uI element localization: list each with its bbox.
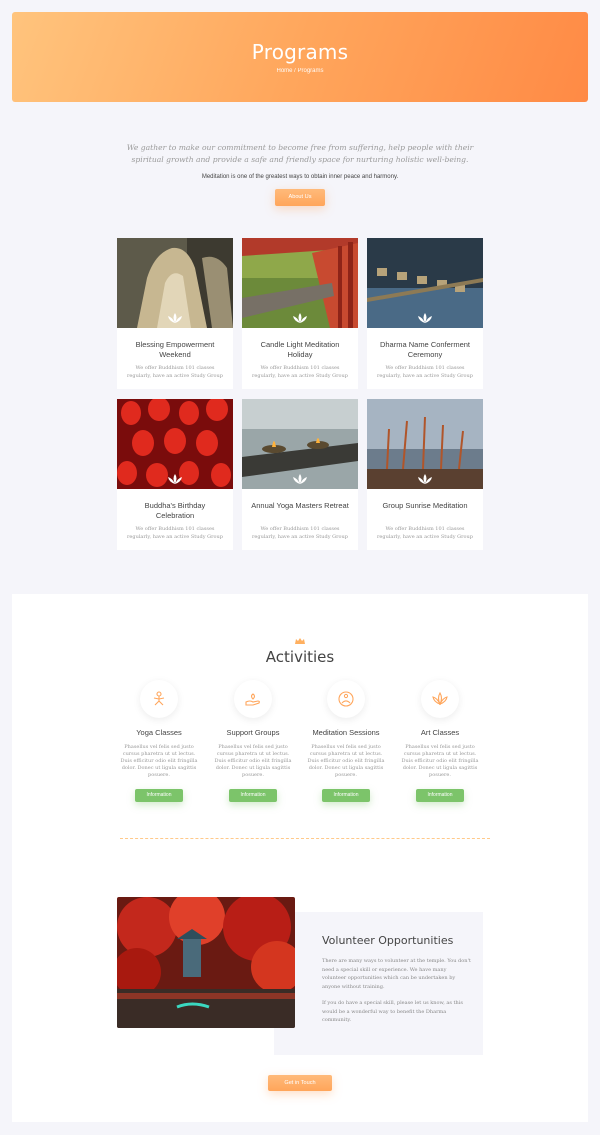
program-card[interactable]: Group Sunrise Meditation We offer Buddhi…: [367, 399, 483, 550]
get-in-touch-button[interactable]: Get in Touch: [268, 1075, 332, 1091]
lotus-art-icon: [421, 680, 459, 718]
activity-desc: Phasellus vel felis sed justo cursus pha…: [214, 744, 292, 778]
program-title: Candle Light Meditation Holiday: [260, 340, 340, 359]
activity-support: Support Groups Phasellus vel felis sed j…: [213, 680, 293, 802]
support-hand-icon: [234, 680, 272, 718]
program-title: Annual Yoga Masters Retreat: [251, 501, 349, 510]
program-title: Dharma Name Conferment Ceremony: [379, 340, 471, 359]
activities-panel: Activities Yoga Classes Phasellus vel fe…: [12, 594, 588, 1122]
activity-name: Support Groups: [226, 728, 280, 737]
program-desc: We offer Buddhism 101 classes regularly,…: [377, 365, 473, 379]
activities-title: Activities: [265, 648, 335, 666]
program-card[interactable]: Annual Yoga Masters Retreat We offer Bud…: [242, 399, 358, 550]
program-desc: We offer Buddhism 101 classes regularly,…: [127, 365, 223, 379]
volunteer-paragraph: There are many ways to volunteer at the …: [322, 958, 471, 990]
meditation-icon: [327, 680, 365, 718]
red-temple-photo: [117, 897, 295, 1028]
activity-art: Art Classes Phasellus vel felis sed just…: [400, 680, 480, 802]
lotus-icon: [168, 313, 182, 323]
program-desc: We offer Buddhism 101 classes regularly,…: [252, 365, 348, 379]
lotus-icon: [293, 313, 307, 323]
intro-quote: We gather to make our commitment to beco…: [126, 143, 474, 164]
activities-header: Activities: [12, 638, 588, 666]
volunteer-text: There are many ways to volunteer at the …: [322, 957, 472, 1025]
program-card[interactable]: Blessing Empowerment Weekend We offer Bu…: [117, 238, 233, 389]
information-button[interactable]: Information: [322, 789, 370, 802]
page-title: Programs: [251, 40, 349, 64]
dashed-divider: [120, 838, 490, 839]
program-desc: We offer Buddhism 101 classes regularly,…: [252, 526, 348, 540]
program-card[interactable]: Buddha's Birthday Celebration We offer B…: [117, 399, 233, 550]
program-desc: We offer Buddhism 101 classes regularly,…: [127, 526, 223, 540]
program-card[interactable]: Dharma Name Conferment Ceremony We offer…: [367, 238, 483, 389]
volunteer-paragraph: If you do have a special skill, please l…: [322, 1000, 463, 1023]
crown-icon: [295, 638, 305, 644]
program-desc: We offer Buddhism 101 classes regularly,…: [377, 526, 473, 540]
lotus-icon: [418, 313, 432, 323]
lotus-icon: [168, 474, 182, 484]
about-us-button[interactable]: About Us: [275, 189, 325, 206]
program-title: Group Sunrise Meditation: [382, 501, 468, 510]
lotus-icon: [418, 474, 432, 484]
activity-name: Meditation Sessions: [312, 728, 380, 737]
information-button[interactable]: Information: [416, 789, 464, 802]
program-title: Buddha's Birthday Celebration: [144, 501, 206, 520]
information-button[interactable]: Information: [229, 789, 277, 802]
program-card[interactable]: Candle Light Meditation Holiday We offer…: [242, 238, 358, 389]
activity-name: Yoga Classes: [136, 728, 182, 737]
lotus-icon: [293, 474, 307, 484]
activity-desc: Phasellus vel felis sed justo cursus pha…: [120, 744, 198, 778]
breadcrumb[interactable]: Home / Programs: [12, 68, 588, 74]
yoga-icon: [140, 680, 178, 718]
intro-section: We gather to make our commitment to beco…: [120, 142, 480, 206]
activity-desc: Phasellus vel felis sed justo cursus pha…: [401, 744, 479, 778]
volunteer-title: Volunteer Opportunities: [322, 934, 454, 947]
activity-desc: Phasellus vel felis sed justo cursus pha…: [307, 744, 385, 778]
activity-yoga: Yoga Classes Phasellus vel felis sed jus…: [119, 680, 199, 802]
information-button[interactable]: Information: [135, 789, 183, 802]
intro-subtitle: Meditation is one of the greatest ways t…: [201, 174, 399, 180]
activity-meditation: Meditation Sessions Phasellus vel felis …: [306, 680, 386, 802]
page-hero: Programs Home / Programs: [12, 12, 588, 102]
program-title: Blessing Empowerment Weekend: [135, 340, 215, 359]
activity-name: Art Classes: [420, 728, 460, 737]
